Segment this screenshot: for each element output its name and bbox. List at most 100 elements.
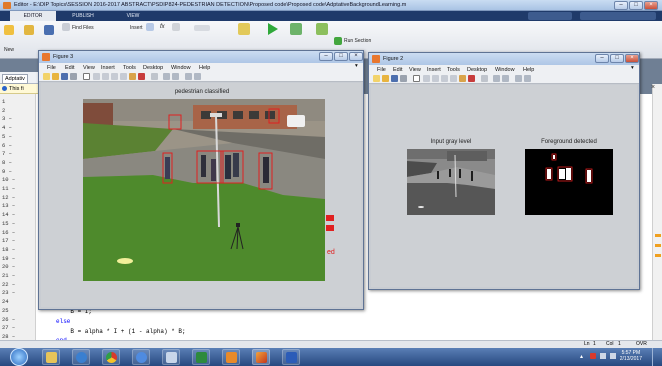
insert-button[interactable]: Insert: [130, 25, 143, 31]
brush-icon[interactable]: [468, 75, 475, 82]
colorbar-icon[interactable]: [493, 75, 500, 82]
menu-file[interactable]: File: [47, 65, 56, 71]
pan-icon[interactable]: [111, 73, 118, 80]
menu-tools[interactable]: Tools: [123, 65, 136, 71]
menu-help[interactable]: Help: [523, 67, 534, 73]
code-line-27[interactable]: else: [56, 318, 70, 325]
legend-icon[interactable]: [502, 75, 509, 82]
rotate-icon[interactable]: [450, 75, 457, 82]
data-cursor-icon[interactable]: [459, 75, 466, 82]
data-cursor-icon[interactable]: [129, 73, 136, 80]
figure-3-minimize-button[interactable]: –: [319, 52, 333, 61]
tray-arrow-icon[interactable]: ▴: [580, 353, 583, 360]
dock-arrow-icon[interactable]: ▾: [631, 65, 634, 71]
warning-marker[interactable]: [655, 244, 661, 247]
show-tools-icon[interactable]: [194, 73, 201, 80]
find-files-button[interactable]: Find Files: [72, 25, 94, 31]
hide-tools-icon[interactable]: [515, 75, 522, 82]
breakpoints-icon[interactable]: [238, 23, 250, 35]
save-icon[interactable]: [44, 25, 54, 35]
new-figure-icon[interactable]: [373, 75, 380, 82]
open-file-icon[interactable]: [382, 75, 389, 82]
tray-flag-icon[interactable]: [590, 353, 596, 359]
zoom-out-icon[interactable]: [432, 75, 439, 82]
figure-3-title-bar[interactable]: Figure 3 – □ ×: [39, 51, 363, 63]
minimize-button[interactable]: –: [614, 1, 628, 10]
tab-view[interactable]: VIEW: [110, 11, 156, 21]
open-file-icon[interactable]: [52, 73, 59, 80]
print-icon[interactable]: [400, 75, 407, 82]
run-icon[interactable]: [268, 23, 278, 35]
figure-2-minimize-button[interactable]: –: [595, 54, 609, 63]
menu-tools[interactable]: Tools: [447, 67, 460, 73]
link-icon[interactable]: [151, 73, 158, 80]
zoom-out-icon[interactable]: [102, 73, 109, 80]
menu-edit[interactable]: Edit: [393, 67, 402, 73]
fx-dropdown-icon[interactable]: [172, 23, 180, 31]
show-desktop-button[interactable]: [652, 348, 662, 366]
find-files-icon[interactable]: [62, 23, 70, 31]
taskbar-chrome[interactable]: [102, 349, 120, 365]
fx-button[interactable]: fx: [160, 24, 165, 30]
pan-icon[interactable]: [441, 75, 448, 82]
window-controls-group[interactable]: [580, 12, 656, 20]
dock-arrow-icon[interactable]: ▾: [355, 63, 358, 69]
menu-view[interactable]: View: [83, 65, 95, 71]
editor-scrollbar[interactable]: [652, 84, 662, 340]
colorbar-icon[interactable]: [163, 73, 170, 80]
menu-edit[interactable]: Edit: [65, 65, 74, 71]
zoom-in-icon[interactable]: [423, 75, 430, 82]
comment-icon[interactable]: [194, 25, 210, 31]
new-button[interactable]: New: [4, 47, 14, 53]
tab-editor[interactable]: EDITOR: [10, 11, 56, 21]
open-icon[interactable]: [24, 25, 34, 35]
run-and-advance-icon[interactable]: [290, 23, 302, 35]
tab-publish[interactable]: PUBLISH: [60, 11, 106, 21]
start-orb-icon[interactable]: [10, 348, 28, 366]
hide-tools-icon[interactable]: [185, 73, 192, 80]
clock[interactable]: 5:57 PM 2/13/2017: [620, 350, 642, 362]
edit-plot-icon[interactable]: [83, 73, 90, 80]
save-figure-icon[interactable]: [391, 75, 398, 82]
show-tools-icon[interactable]: [524, 75, 531, 82]
new-figure-icon[interactable]: [43, 73, 50, 80]
taskbar-pen-app[interactable]: [162, 349, 180, 365]
figure-2-title-bar[interactable]: Figure 2 – □ ×: [369, 53, 639, 65]
close-button[interactable]: ×: [644, 1, 658, 10]
menu-insert[interactable]: Insert: [427, 67, 441, 73]
link-icon[interactable]: [481, 75, 488, 82]
volume-icon[interactable]: [610, 353, 616, 359]
system-tray[interactable]: ▴: [580, 353, 620, 361]
close-panel-icon[interactable]: ×: [651, 84, 655, 91]
menu-file[interactable]: File: [377, 67, 386, 73]
figure-2-close-button[interactable]: ×: [625, 54, 639, 63]
menu-insert[interactable]: Insert: [101, 65, 115, 71]
brush-icon[interactable]: [138, 73, 145, 80]
run-section-icon[interactable]: [334, 37, 342, 45]
warning-marker[interactable]: [655, 234, 661, 237]
run-and-time-icon[interactable]: [316, 23, 328, 35]
save-figure-icon[interactable]: [61, 73, 68, 80]
code-line-28[interactable]: B = alpha * I + (1 - alpha) * B;: [56, 328, 185, 335]
print-icon[interactable]: [70, 73, 77, 80]
taskbar-explorer[interactable]: [42, 349, 60, 365]
menu-view[interactable]: View: [409, 67, 421, 73]
figure-3-maximize-button[interactable]: □: [334, 52, 348, 61]
file-tab[interactable]: Adptativ: [2, 74, 28, 84]
edit-plot-icon[interactable]: [413, 75, 420, 82]
warning-marker[interactable]: [655, 254, 661, 257]
quick-access-toolbar[interactable]: [528, 12, 572, 20]
taskbar-excel[interactable]: [192, 349, 210, 365]
taskbar-java-app[interactable]: [222, 349, 240, 365]
taskbar-matlab[interactable]: [252, 349, 270, 365]
run-section-button[interactable]: Run Section: [344, 38, 371, 44]
taskbar-word[interactable]: [282, 349, 300, 365]
network-icon[interactable]: [600, 353, 606, 359]
maximize-button[interactable]: □: [629, 1, 643, 10]
figure-2-maximize-button[interactable]: □: [610, 54, 624, 63]
menu-window[interactable]: Window: [171, 65, 191, 71]
rotate-icon[interactable]: [120, 73, 127, 80]
figure-3-close-button[interactable]: ×: [349, 52, 363, 61]
legend-icon[interactable]: [172, 73, 179, 80]
menu-window[interactable]: Window: [495, 67, 515, 73]
